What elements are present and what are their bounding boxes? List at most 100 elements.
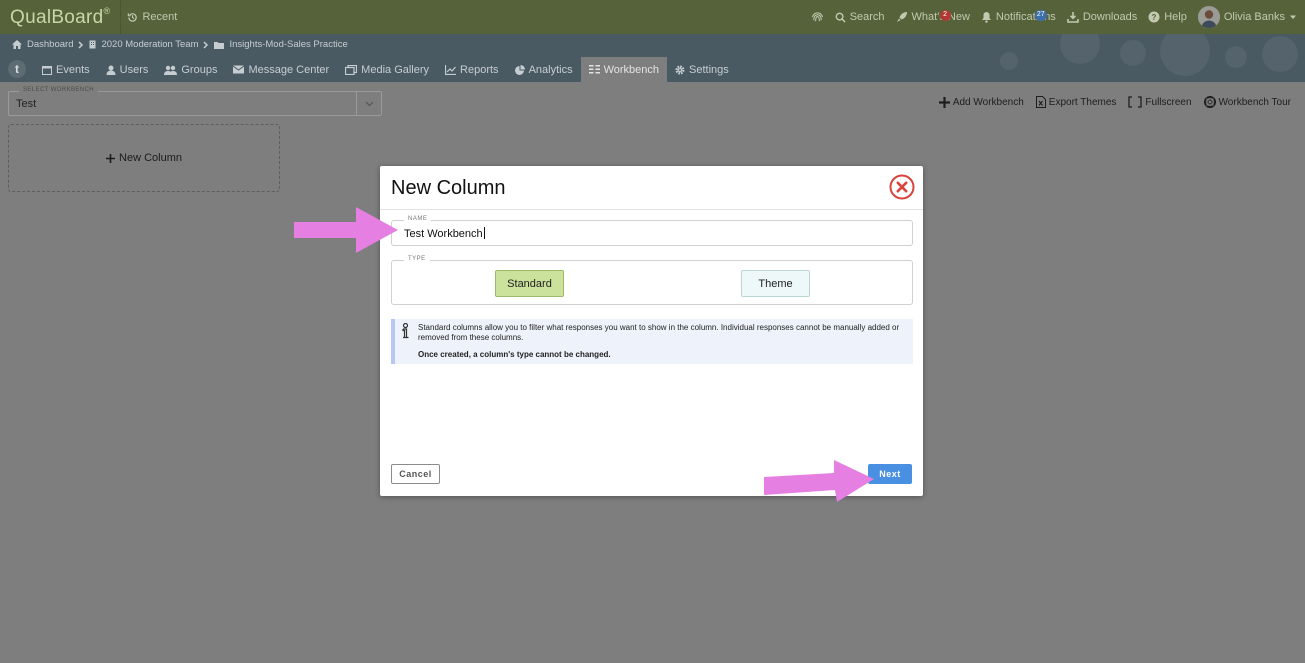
name-input-value: Test Workbench <box>404 228 483 240</box>
downloads-button[interactable]: Downloads <box>1067 11 1137 23</box>
envelope-icon <box>233 65 245 74</box>
user-menu[interactable]: Olivia Banks <box>1197 6 1297 28</box>
tab-workbench-label: Workbench <box>603 63 660 76</box>
annotation-arrow-next <box>764 460 874 502</box>
tab-message-center-label: Message Center <box>248 63 330 76</box>
downloads-label: Downloads <box>1082 11 1138 23</box>
workbench-actions: Add Workbench Export Themes Fullscreen W… <box>938 96 1291 108</box>
tab-groups[interactable]: Groups <box>156 57 225 82</box>
users-icon <box>164 65 178 75</box>
bell-icon <box>981 12 991 23</box>
tab-settings[interactable]: Settings <box>667 57 737 82</box>
name-input[interactable]: Test Workbench <box>404 227 485 240</box>
search-label: Search <box>849 11 885 23</box>
recent-button[interactable]: Recent <box>120 0 183 34</box>
breadcrumb-team[interactable]: 2020 Moderation Team <box>101 39 198 50</box>
app-logo[interactable]: QualBoard® <box>0 6 110 29</box>
qualboard-mark-icon[interactable]: t <box>8 60 26 78</box>
chevron-right-icon <box>78 40 84 49</box>
whats-new-button[interactable]: What's New 2 <box>896 10 970 23</box>
close-button[interactable] <box>889 174 915 200</box>
svg-text:?: ? <box>1152 13 1157 22</box>
user-name: Olivia Banks <box>1223 11 1285 23</box>
name-field[interactable]: NAME Test Workbench <box>391 216 913 246</box>
tab-media-gallery-label: Media Gallery <box>361 63 430 76</box>
tab-groups-label: Groups <box>181 63 218 76</box>
building-icon <box>89 40 96 49</box>
breadcrumb-event[interactable]: Insights-Mod-Sales Practice <box>229 39 347 50</box>
fullscreen-button[interactable]: Fullscreen <box>1128 96 1192 108</box>
tab-analytics[interactable]: Analytics <box>507 57 581 82</box>
tab-users[interactable]: Users <box>98 57 157 82</box>
workbench-select-label: SELECT WORKBENCH <box>19 87 98 93</box>
fullscreen-label: Fullscreen <box>1145 96 1192 108</box>
event-header: Dashboard 2020 Moderation Team Insights-… <box>0 34 1305 82</box>
tab-events[interactable]: Events <box>34 57 98 82</box>
export-themes-button[interactable]: Export Themes <box>1035 96 1117 108</box>
pie-chart-icon <box>514 64 525 75</box>
info-icon <box>402 323 409 339</box>
new-column-dialog: New Column NAME Test Workbench TYPE Stan… <box>380 166 923 496</box>
caret-down-icon <box>1290 15 1296 19</box>
type-info-callout: Standard columns allow you to filter wha… <box>391 319 913 364</box>
notifications-button[interactable]: Notifications 27 <box>981 10 1056 23</box>
tab-reports[interactable]: Reports <box>437 57 507 82</box>
chevron-right-icon <box>203 40 209 49</box>
new-column-label: New Column <box>119 152 182 164</box>
info-warning: Once created, a column's type cannot be … <box>418 350 611 359</box>
top-bar: QualBoard® Recent Search What's New 2 No… <box>0 0 1305 34</box>
type-field: TYPE Standard Theme <box>391 256 913 305</box>
expand-icon <box>1128 96 1143 108</box>
text-cursor <box>483 227 485 239</box>
tab-users-label: Users <box>119 63 149 76</box>
tab-settings-label: Settings <box>689 63 729 76</box>
breadcrumb: Dashboard 2020 Moderation Team Insights-… <box>12 39 348 50</box>
info-text: Standard columns allow you to filter wha… <box>418 323 900 342</box>
dialog-title: New Column <box>391 177 506 199</box>
question-circle-icon: ? <box>1148 11 1160 23</box>
plus-icon <box>938 96 950 108</box>
tab-message-center[interactable]: Message Center <box>225 57 337 82</box>
tab-media-gallery[interactable]: Media Gallery <box>337 57 437 82</box>
event-tabs: t Events Users Groups Message Center Med… <box>8 57 737 82</box>
registered-mark: ® <box>103 5 111 16</box>
add-workbench-button[interactable]: Add Workbench <box>938 96 1024 108</box>
columns-icon <box>588 65 600 74</box>
file-excel-icon <box>1035 96 1046 108</box>
tab-events-label: Events <box>56 63 90 76</box>
add-workbench-label: Add Workbench <box>952 96 1024 108</box>
life-ring-icon <box>1203 96 1216 108</box>
cancel-button[interactable]: Cancel <box>391 464 440 484</box>
search-icon <box>835 12 846 23</box>
chevron-down-icon[interactable] <box>356 92 381 115</box>
breadcrumb-dashboard[interactable]: Dashboard <box>27 39 73 50</box>
tab-workbench[interactable]: Workbench <box>580 57 668 82</box>
name-field-label: NAME <box>404 216 432 222</box>
type-theme-button[interactable]: Theme <box>741 270 810 297</box>
recent-label: Recent <box>142 11 178 23</box>
home-icon <box>12 40 22 49</box>
type-field-label: TYPE <box>404 256 430 262</box>
download-icon <box>1067 12 1079 23</box>
tab-analytics-label: Analytics <box>528 63 573 76</box>
rocket-icon <box>896 12 907 22</box>
avatar <box>1197 6 1220 28</box>
calendar-icon <box>42 65 52 75</box>
search-button[interactable]: Search <box>835 11 885 23</box>
workbench-select-value: Test <box>16 98 37 110</box>
fingerprint-button[interactable] <box>811 11 824 24</box>
fingerprint-icon <box>811 11 823 21</box>
workbench-tour-label: Workbench Tour <box>1218 96 1291 108</box>
workbench-tour-button[interactable]: Workbench Tour <box>1203 96 1291 108</box>
tab-reports-label: Reports <box>460 63 499 76</box>
notifications-label: Notifications <box>995 11 1056 23</box>
new-column-placeholder[interactable]: New Column <box>8 124 280 192</box>
app-logo-text: QualBoard <box>10 6 104 28</box>
export-themes-label: Export Themes <box>1048 96 1117 108</box>
type-standard-button[interactable]: Standard <box>495 270 564 297</box>
workbench-select[interactable]: SELECT WORKBENCH Test <box>8 87 382 116</box>
user-icon <box>106 65 116 75</box>
help-label: Help <box>1164 11 1187 23</box>
help-button[interactable]: ? Help <box>1148 11 1187 23</box>
line-chart-icon <box>445 64 457 75</box>
